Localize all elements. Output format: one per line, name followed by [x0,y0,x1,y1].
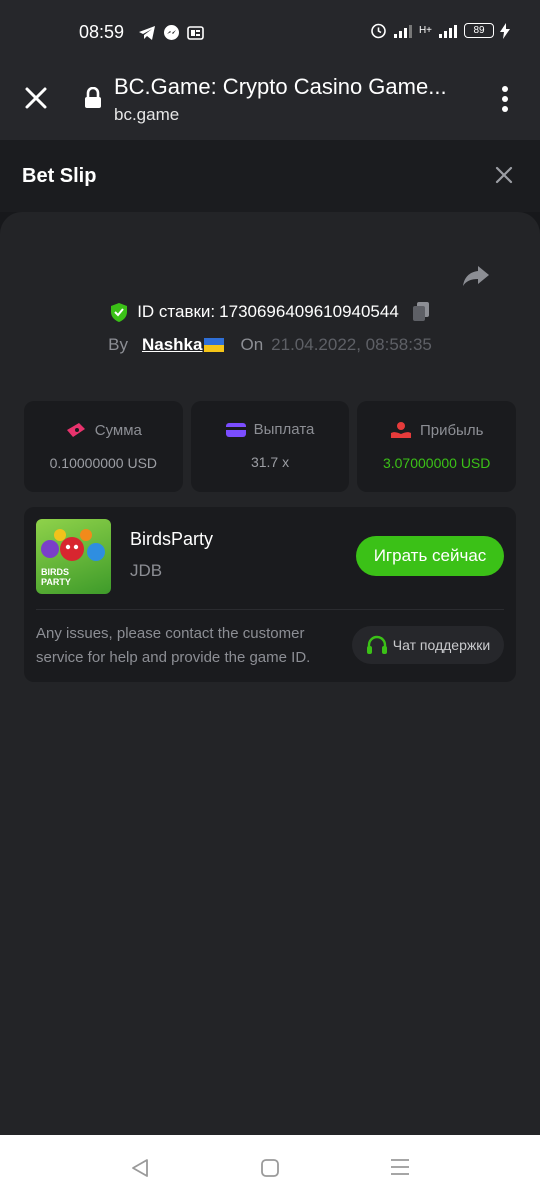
bet-stats: Сумма 0.10000000 USD Выплата 31.7 x Приб… [24,401,517,492]
status-right-icons: H+ 89 [370,22,510,39]
status-time: 08:59 [79,22,125,42]
battery-icon: 89 [464,23,494,38]
shield-check-icon [111,302,128,322]
status-bar: 08:59 H+ 89 [0,0,540,64]
money-icon [66,423,85,437]
recent-apps-icon[interactable] [389,1157,411,1177]
bet-author-row: By Nashka On 21.04.2022, 08:58:35 [0,335,540,355]
divider [36,609,504,610]
signal-icon [393,24,412,38]
signal-icon-2 [439,24,457,38]
support-label: Чат поддержки [392,637,491,653]
thumb-text: PARTY [41,577,71,587]
birds-party-art: BIRDS PARTY [41,529,105,587]
bet-date: 21.04.2022, 08:58:35 [271,335,432,354]
game-card: BIRDS PARTY BirdsParty JDB Играть сейчас… [24,507,516,682]
game-thumbnail[interactable]: BIRDS PARTY [36,519,111,594]
stat-label: Прибыль [419,421,484,439]
stat-value: 0.10000000 USD [49,455,158,471]
stat-payout: Выплата 31.7 x [190,401,350,492]
stat-label: Сумма [94,421,142,439]
ukraine-flag-icon [204,338,225,352]
lock-icon [85,87,101,108]
stat-label: Выплата [253,421,315,438]
network-type: H+ [418,25,432,36]
play-now-button[interactable]: Играть сейчас [356,536,504,576]
more-options-icon[interactable] [498,84,512,114]
support-info-text: Any issues, please contact the customer … [36,625,311,666]
close-icon[interactable] [22,84,50,112]
bet-slip-header: Bet Slip [0,140,540,212]
game-provider: JDB [130,561,163,580]
messenger-icon [164,25,179,40]
bet-id: 1730696409610940544 [219,302,399,321]
stat-value: 3.07000000 USD [382,455,491,471]
share-icon[interactable] [462,264,490,288]
system-navigation-bar [0,1135,540,1200]
bet-slip-panel: ID ставки: 1730696409610940544 By Nashka… [0,212,540,1135]
username-link[interactable]: Nashka [141,335,225,355]
page-title[interactable]: BC.Game: Crypto Casino Game... [114,74,474,100]
profit-icon [390,422,411,438]
stat-profit: Прибыль 3.07000000 USD [357,401,517,492]
telegram-icon [139,25,155,40]
on-label: On [240,335,264,354]
back-icon[interactable] [130,1158,150,1178]
username: Nashka [141,335,203,354]
home-icon[interactable] [260,1158,280,1178]
bet-id-row: ID ставки: 1730696409610940544 [0,301,540,323]
card-icon [225,422,246,437]
game-name[interactable]: BirdsParty [130,529,213,550]
thumb-text: BIRDS [41,567,69,577]
stat-amount: Сумма 0.10000000 USD [24,401,183,492]
by-label: By [108,335,128,354]
close-icon[interactable] [494,165,514,185]
support-chat-button[interactable]: Чат поддержки [352,626,504,664]
stat-value: 31.7 x [250,454,290,470]
bet-slip-title: Bet Slip [22,165,97,187]
alarm-icon [371,23,386,39]
status-notification-icons [138,24,204,41]
page-domain[interactable]: bc.game [114,105,179,125]
headset-icon [366,635,387,654]
notification-icon [187,25,204,40]
copy-icon[interactable] [411,301,431,323]
browser-toolbar: BC.Game: Crypto Casino Game... bc.game [0,64,540,140]
bet-id-label: ID ставки: [137,302,216,321]
charging-icon [500,22,510,39]
